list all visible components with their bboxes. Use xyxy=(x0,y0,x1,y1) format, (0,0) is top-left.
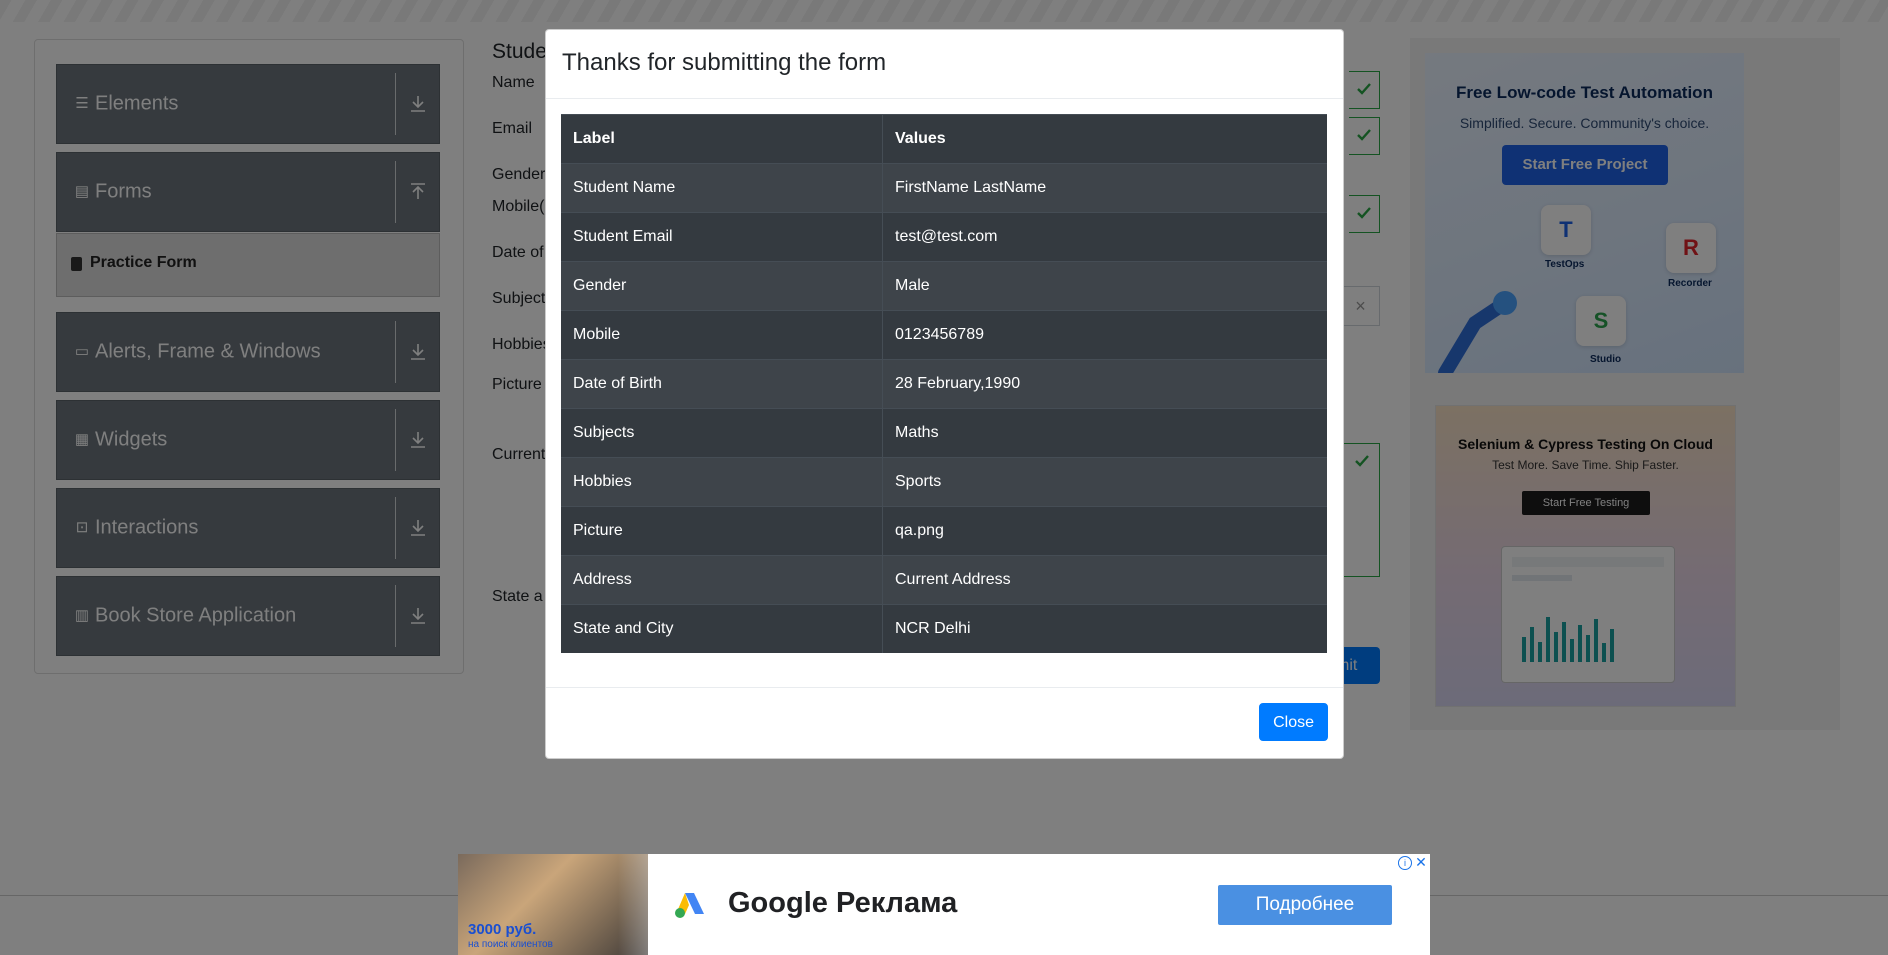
bottom-ad-banner[interactable]: 3000 руб. на поиск клиентов Google Рекла… xyxy=(458,854,1430,955)
table-row: Address Current Address xyxy=(561,555,1327,605)
row-label: Student Name xyxy=(561,163,883,213)
modal-title: Thanks for submitting the form xyxy=(562,49,887,76)
table-row: Gender Male xyxy=(561,261,1327,311)
row-label: Address xyxy=(561,555,883,605)
table-row: Hobbies Sports xyxy=(561,457,1327,507)
table-row: Picture qa.png xyxy=(561,506,1327,556)
table-row: Date of Birth 28 February,1990 xyxy=(561,359,1327,409)
row-value: Sports xyxy=(882,457,1327,507)
google-ads-logo-icon xyxy=(675,893,704,918)
row-label: Gender xyxy=(561,261,883,311)
table-row: Mobile 0123456789 xyxy=(561,310,1327,360)
row-value: Male xyxy=(882,261,1327,311)
row-value: qa.png xyxy=(882,506,1327,556)
row-value: 28 February,1990 xyxy=(882,359,1327,409)
close-button[interactable]: Close xyxy=(1259,703,1328,741)
table-header-row: Label Values xyxy=(561,114,1327,164)
row-value: 0123456789 xyxy=(882,310,1327,360)
ad-price: 3000 руб. xyxy=(468,921,537,938)
ad-brand-text: Google Реклама xyxy=(728,887,958,919)
ad-price-caption: на поиск клиентов xyxy=(468,939,553,950)
table-row: Subjects Maths xyxy=(561,408,1327,458)
row-label: Subjects xyxy=(561,408,883,458)
row-label: Picture xyxy=(561,506,883,556)
modal-footer: Close xyxy=(546,687,1343,759)
row-label: Mobile xyxy=(561,310,883,360)
row-value: test@test.com xyxy=(882,212,1327,262)
row-label: Date of Birth xyxy=(561,359,883,409)
modal-header: Thanks for submitting the form xyxy=(546,30,1343,99)
row-value: FirstName LastName xyxy=(882,163,1327,213)
column-header-values: Values xyxy=(882,114,1327,164)
row-label: Hobbies xyxy=(561,457,883,507)
row-value: Maths xyxy=(882,408,1327,458)
ad-info-icon[interactable]: i xyxy=(1398,856,1412,870)
column-header-label: Label xyxy=(561,114,883,164)
table-row: State and City NCR Delhi xyxy=(561,604,1327,653)
row-value: NCR Delhi xyxy=(882,604,1327,653)
table-row: Student Email test@test.com xyxy=(561,212,1327,262)
row-label: State and City xyxy=(561,604,883,653)
row-label: Student Email xyxy=(561,212,883,262)
row-value: Current Address xyxy=(882,555,1327,605)
submission-modal: Thanks for submitting the form Label Val… xyxy=(545,29,1344,759)
table-row: Student Name FirstName LastName xyxy=(561,163,1327,213)
submission-table: Label Values Student Name FirstName Last… xyxy=(561,114,1327,653)
ad-more-button[interactable]: Подробнее xyxy=(1218,885,1392,925)
ad-close-icon[interactable]: ✕ xyxy=(1414,855,1428,869)
